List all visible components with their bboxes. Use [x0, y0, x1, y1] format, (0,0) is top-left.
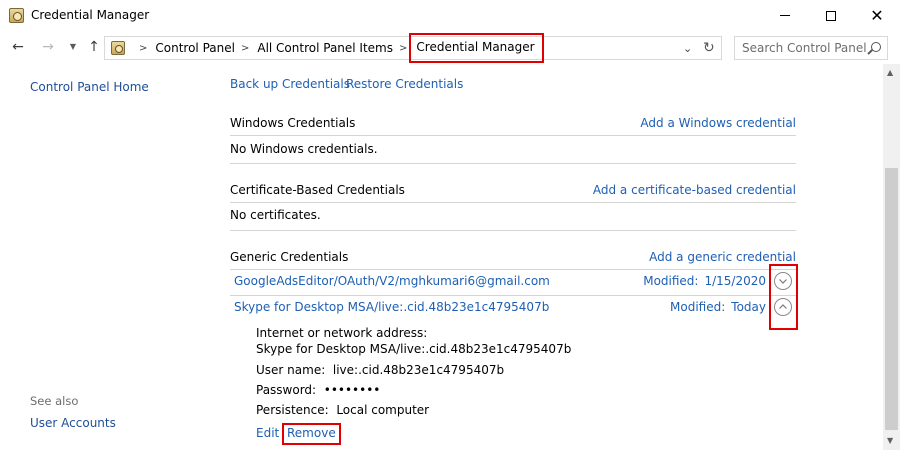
left-pane: Control Panel Home See also User Account… — [0, 64, 210, 450]
modified-label: Modified: — [670, 300, 726, 314]
control-panel-home-link[interactable]: Control Panel Home — [30, 80, 149, 94]
address-label: Internet or network address: — [256, 326, 428, 340]
credential-row[interactable]: GoogleAdsEditor/OAuth/V2/mghkumari6@gmai… — [230, 269, 796, 295]
breadcrumb-separator-icon[interactable]: > — [241, 43, 249, 54]
divider — [230, 230, 796, 231]
scroll-down-arrow-icon[interactable]: ▼ — [887, 436, 893, 445]
back-up-credentials-link[interactable]: Back up Credentials — [230, 77, 350, 91]
breadcrumb-control-panel[interactable]: Control Panel — [155, 41, 235, 55]
window-title: Credential Manager — [31, 8, 150, 22]
credential-manager-icon — [9, 8, 24, 23]
breadcrumb-all-items[interactable]: All Control Panel Items — [257, 41, 393, 55]
recent-locations-chevron-icon[interactable]: ▼ — [65, 39, 81, 55]
modified-label: Modified: — [643, 274, 699, 288]
add-certificate-credential-link[interactable]: Add a certificate-based credential — [593, 183, 796, 197]
breadcrumb-separator-icon[interactable]: > — [139, 43, 147, 54]
main-content: Back up Credentials Restore Credentials … — [230, 64, 796, 450]
title-bar: Credential Manager ✕ — [0, 0, 900, 31]
vertical-scrollbar[interactable]: ▲ ▼ — [883, 64, 900, 450]
search-input[interactable]: Search Control Panel — [734, 36, 888, 60]
credential-name[interactable]: GoogleAdsEditor/OAuth/V2/mghkumari6@gmai… — [234, 274, 550, 288]
chevrons-highlight-box — [769, 264, 798, 330]
minimize-button[interactable] — [762, 0, 808, 31]
username-line: User name: live:.cid.48b23e1c4795407b — [256, 363, 504, 377]
breadcrumb: > Control Panel > All Control Panel Item… — [133, 33, 544, 63]
edit-link[interactable]: Edit — [256, 426, 279, 440]
forward-arrow-icon[interactable]: → — [40, 39, 56, 55]
back-arrow-icon[interactable]: ← — [10, 39, 26, 55]
search-icon[interactable] — [871, 42, 881, 52]
generic-credentials-header: Generic Credentials Add a generic creden… — [230, 248, 796, 270]
address-bar[interactable]: > Control Panel > All Control Panel Item… — [104, 33, 722, 63]
address-dropdown-icon[interactable]: ⌄ — [683, 42, 692, 55]
username-value: live:.cid.48b23e1c4795407b — [332, 363, 505, 377]
certificate-credentials-title: Certificate-Based Credentials — [230, 183, 405, 197]
up-arrow-icon[interactable]: ↑ — [86, 39, 102, 55]
refresh-icon[interactable]: ↻ — [703, 40, 715, 56]
control-panel-icon — [111, 41, 125, 55]
breadcrumb-separator-icon[interactable]: > — [399, 43, 407, 54]
credential-name[interactable]: Skype for Desktop MSA/live:.cid.48b23e1c… — [234, 300, 549, 314]
credential-modified: Modified: Today — [670, 300, 766, 314]
password-label: Password: — [256, 383, 317, 397]
generic-credentials-title: Generic Credentials — [230, 250, 349, 264]
persistence-value: Local computer — [336, 403, 430, 417]
credential-modified: Modified: 1/15/2020 — [643, 274, 766, 288]
add-generic-credential-link[interactable]: Add a generic credential — [649, 250, 796, 264]
modified-value: Today — [731, 300, 766, 314]
scroll-up-arrow-icon[interactable]: ▲ — [887, 68, 893, 77]
username-label: User name: — [256, 363, 326, 377]
windows-credentials-title: Windows Credentials — [230, 116, 356, 130]
password-value: •••••••• — [323, 383, 381, 397]
persistence-label: Persistence: — [256, 403, 329, 417]
restore-credentials-link[interactable]: Restore Credentials — [346, 77, 463, 91]
modified-value: 1/15/2020 — [704, 274, 766, 288]
divider — [230, 202, 796, 203]
divider — [230, 163, 796, 164]
certificate-credentials-empty: No certificates. — [230, 208, 321, 222]
user-accounts-link[interactable]: User Accounts — [30, 416, 116, 430]
windows-credentials-header: Windows Credentials Add a Windows creden… — [230, 114, 796, 136]
scroll-thumb[interactable] — [885, 168, 898, 430]
navigation-bar: ← → ▼ ↑ > Control Panel > All Control Pa… — [0, 31, 900, 64]
search-placeholder: Search Control Panel — [742, 41, 867, 55]
persistence-line: Persistence: Local computer — [256, 403, 429, 417]
divider — [230, 135, 796, 136]
maximize-icon — [826, 10, 836, 21]
close-button[interactable]: ✕ — [854, 0, 900, 31]
credential-row[interactable]: Skype for Desktop MSA/live:.cid.48b23e1c… — [230, 295, 796, 321]
breadcrumb-current[interactable]: Credential Manager — [409, 33, 544, 63]
minimize-icon — [780, 15, 790, 16]
certificate-credentials-header: Certificate-Based Credentials Add a cert… — [230, 181, 796, 203]
password-line: Password: •••••••• — [256, 383, 380, 397]
address-value: Skype for Desktop MSA/live:.cid.48b23e1c… — [256, 342, 572, 356]
add-windows-credential-link[interactable]: Add a Windows credential — [640, 116, 796, 130]
close-icon: ✕ — [870, 5, 884, 25]
maximize-button[interactable] — [808, 0, 854, 31]
remove-highlight-box — [282, 423, 341, 445]
see-also-heading: See also — [30, 394, 79, 408]
windows-credentials-empty: No Windows credentials. — [230, 142, 378, 156]
